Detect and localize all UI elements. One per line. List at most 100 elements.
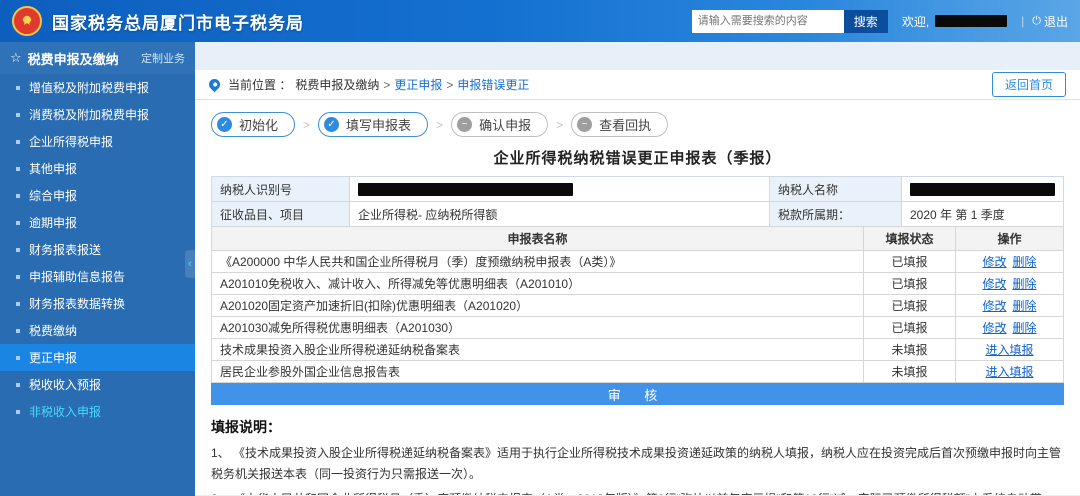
delete-link[interactable]: 删除 bbox=[1013, 255, 1037, 269]
step-confirm: − 确认申报 bbox=[451, 112, 548, 137]
content-panel: ✓ 初始化 > ✓ 填写申报表 > − 确认申报 > − 查看回执 bbox=[195, 100, 1080, 495]
bullet-icon bbox=[16, 410, 20, 414]
redacted-taxpayer-name bbox=[910, 183, 1055, 196]
table-row: 居民企业参股外国企业信息报告表 未填报 进入填报 bbox=[212, 361, 1064, 383]
status-badge: 已填报 bbox=[864, 251, 956, 273]
audit-button[interactable]: 审 核 bbox=[211, 383, 1064, 405]
col-operation: 操作 bbox=[956, 227, 1064, 251]
bullet-icon bbox=[16, 248, 20, 252]
taxpayer-info-table: 纳税人识别号 纳税人名称 征收品目、项目 企业所得税- 应纳税所得额 税款所属期… bbox=[211, 176, 1064, 227]
enter-fill-link[interactable]: 进入填报 bbox=[985, 365, 1033, 379]
modify-link[interactable]: 修改 bbox=[982, 277, 1006, 291]
bullet-icon bbox=[16, 167, 20, 171]
note-item: 2、 《中华人民共和国企业所得税月（季）度预缴纳税申报表（A类，2018年版）》… bbox=[211, 489, 1064, 495]
delete-link[interactable]: 删除 bbox=[1013, 299, 1037, 313]
sidebar-item-overdue-declaration[interactable]: 逾期申报 bbox=[0, 209, 195, 236]
bullet-icon bbox=[16, 113, 20, 117]
collection-item-value: 企业所得税- 应纳税所得额 bbox=[350, 202, 770, 227]
pending-circle-icon: − bbox=[577, 117, 592, 132]
table-header-row: 申报表名称 填报状态 操作 bbox=[212, 227, 1064, 251]
sidebar-item-tax-payment[interactable]: 税费缴纳 bbox=[0, 317, 195, 344]
delete-link[interactable]: 删除 bbox=[1013, 277, 1037, 291]
table-row: 《A200000 中华人民共和国企业所得税月（季）度预缴纳税申报表（A类）》 已… bbox=[212, 251, 1064, 273]
sidebar-title: 税费申报及缴纳 bbox=[28, 49, 141, 68]
breadcrumb-prefix: 当前位置 ： bbox=[228, 76, 291, 93]
sidebar-item-declaration-auxiliary-info[interactable]: 申报辅助信息报告 bbox=[0, 263, 195, 290]
welcome-label: 欢迎, bbox=[902, 13, 929, 30]
step-fill-form: ✓ 填写申报表 bbox=[318, 112, 428, 137]
top-header: ★ 国家税务总局厦门市电子税务局 搜索 欢迎, | ⏻ 退出 bbox=[0, 0, 1080, 42]
logout-button[interactable]: ⏻ 退出 bbox=[1032, 13, 1068, 30]
check-circle-icon: ✓ bbox=[217, 117, 232, 132]
table-row: A201010免税收入、减计收入、所得减免等优惠明细表（A201010） 已填报… bbox=[212, 273, 1064, 295]
step-wizard: ✓ 初始化 > ✓ 填写申报表 > − 确认申报 > − 查看回执 bbox=[211, 112, 1064, 137]
welcome-area: 欢迎, | ⏻ 退出 bbox=[902, 13, 1068, 30]
back-home-button[interactable]: 返回首页 bbox=[992, 72, 1066, 97]
form-title: 企业所得税纳税错误更正申报表（季报） bbox=[211, 147, 1064, 168]
bullet-icon bbox=[16, 302, 20, 306]
taxpayer-name-label: 纳税人名称 bbox=[770, 177, 902, 202]
national-emblem-logo: ★ bbox=[12, 6, 42, 36]
sidebar-item-other-declaration[interactable]: 其他申报 bbox=[0, 155, 195, 182]
table-row: 技术成果投资入股企业所得税递延纳税备案表 未填报 进入填报 bbox=[212, 339, 1064, 361]
bullet-icon bbox=[16, 275, 20, 279]
redacted-taxpayer-id bbox=[358, 183, 573, 196]
delete-link[interactable]: 删除 bbox=[1013, 321, 1037, 335]
check-circle-icon: ✓ bbox=[324, 117, 339, 132]
logout-label: 退出 bbox=[1044, 13, 1068, 30]
col-status: 填报状态 bbox=[864, 227, 956, 251]
modify-link[interactable]: 修改 bbox=[982, 321, 1006, 335]
modify-link[interactable]: 修改 bbox=[982, 299, 1006, 313]
breadcrumb-separator: > bbox=[383, 78, 390, 92]
sidebar-collapse-handle[interactable]: ‹ bbox=[185, 250, 195, 278]
sidebar-item-tax-revenue-forecast[interactable]: 税收收入预报 bbox=[0, 371, 195, 398]
status-badge: 已填报 bbox=[864, 273, 956, 295]
collection-item-label: 征收品目、项目 bbox=[212, 202, 350, 227]
enter-fill-link[interactable]: 进入填报 bbox=[985, 343, 1033, 357]
sidebar-item-corporate-income-tax[interactable]: 企业所得税申报 bbox=[0, 128, 195, 155]
search-button[interactable]: 搜索 bbox=[844, 10, 888, 33]
header-divider: | bbox=[1021, 14, 1024, 28]
breadcrumb-error-correction[interactable]: 申报错误更正 bbox=[457, 76, 529, 93]
bullet-icon bbox=[16, 329, 20, 333]
col-form-name: 申报表名称 bbox=[212, 227, 864, 251]
declaration-forms-table: 申报表名称 填报状态 操作 《A200000 中华人民共和国企业所得税月（季）度… bbox=[211, 226, 1064, 383]
sidebar-item-comprehensive-declaration[interactable]: 综合申报 bbox=[0, 182, 195, 209]
status-badge: 已填报 bbox=[864, 317, 956, 339]
note-item: 1、 《技术成果投资入股企业所得税递延纳税备案表》适用于执行企业所得税技术成果投… bbox=[211, 443, 1064, 485]
sidebar-item-financial-statements[interactable]: 财务报表报送 bbox=[0, 236, 195, 263]
sidebar-item-consumption-tax[interactable]: 消费税及附加税费申报 bbox=[0, 101, 195, 128]
sidebar: ☆ 税费申报及缴纳 定制业务 增值税及附加税费申报 消费税及附加税费申报 企业所… bbox=[0, 42, 195, 496]
bullet-icon bbox=[16, 194, 20, 198]
sidebar-item-vat-surcharge[interactable]: 增值税及附加税费申报 bbox=[0, 74, 195, 101]
tax-period-value: 2020 年 第 1 季度 bbox=[902, 202, 1064, 227]
table-row: A201020固定资产加速折旧(扣除)优惠明细表（A201020） 已填报 修改… bbox=[212, 295, 1064, 317]
star-icon: ☆ bbox=[10, 50, 22, 66]
redacted-username bbox=[935, 15, 1007, 27]
custom-business-link[interactable]: 定制业务 bbox=[141, 50, 185, 66]
location-icon bbox=[207, 77, 223, 93]
breadcrumb-separator: > bbox=[446, 78, 453, 92]
sidebar-item-correction-declaration[interactable]: 更正申报 bbox=[0, 344, 195, 371]
tax-period-label: 税款所属期： bbox=[770, 202, 902, 227]
taxpayer-id-label: 纳税人识别号 bbox=[212, 177, 350, 202]
breadcrumb-root: 税费申报及缴纳 bbox=[295, 76, 379, 93]
step-separator-icon: > bbox=[556, 118, 563, 132]
modify-link[interactable]: 修改 bbox=[982, 255, 1006, 269]
main-area: 当前位置 ： 税费申报及缴纳 > 更正申报 > 申报错误更正 返回首页 ✓ 初始… bbox=[195, 42, 1080, 496]
step-view-receipt: − 查看回执 bbox=[571, 112, 668, 137]
sidebar-item-financial-statement-conversion[interactable]: 财务报表数据转换 bbox=[0, 290, 195, 317]
breadcrumb-bar: 当前位置 ： 税费申报及缴纳 > 更正申报 > 申报错误更正 返回首页 bbox=[195, 70, 1080, 100]
table-row: A201030减免所得税优惠明细表（A201030） 已填报 修改删除 bbox=[212, 317, 1064, 339]
bullet-icon bbox=[16, 221, 20, 225]
step-init: ✓ 初始化 bbox=[211, 112, 295, 137]
sidebar-item-non-tax-income[interactable]: 非税收入申报 bbox=[0, 398, 195, 425]
header-search: 搜索 bbox=[692, 10, 888, 33]
search-input[interactable] bbox=[692, 10, 844, 33]
status-badge: 已填报 bbox=[864, 295, 956, 317]
breadcrumb-correction[interactable]: 更正申报 bbox=[394, 76, 442, 93]
sidebar-header: ☆ 税费申报及缴纳 定制业务 bbox=[0, 42, 195, 74]
bullet-icon bbox=[16, 356, 20, 360]
step-separator-icon: > bbox=[303, 118, 310, 132]
bullet-icon bbox=[16, 140, 20, 144]
